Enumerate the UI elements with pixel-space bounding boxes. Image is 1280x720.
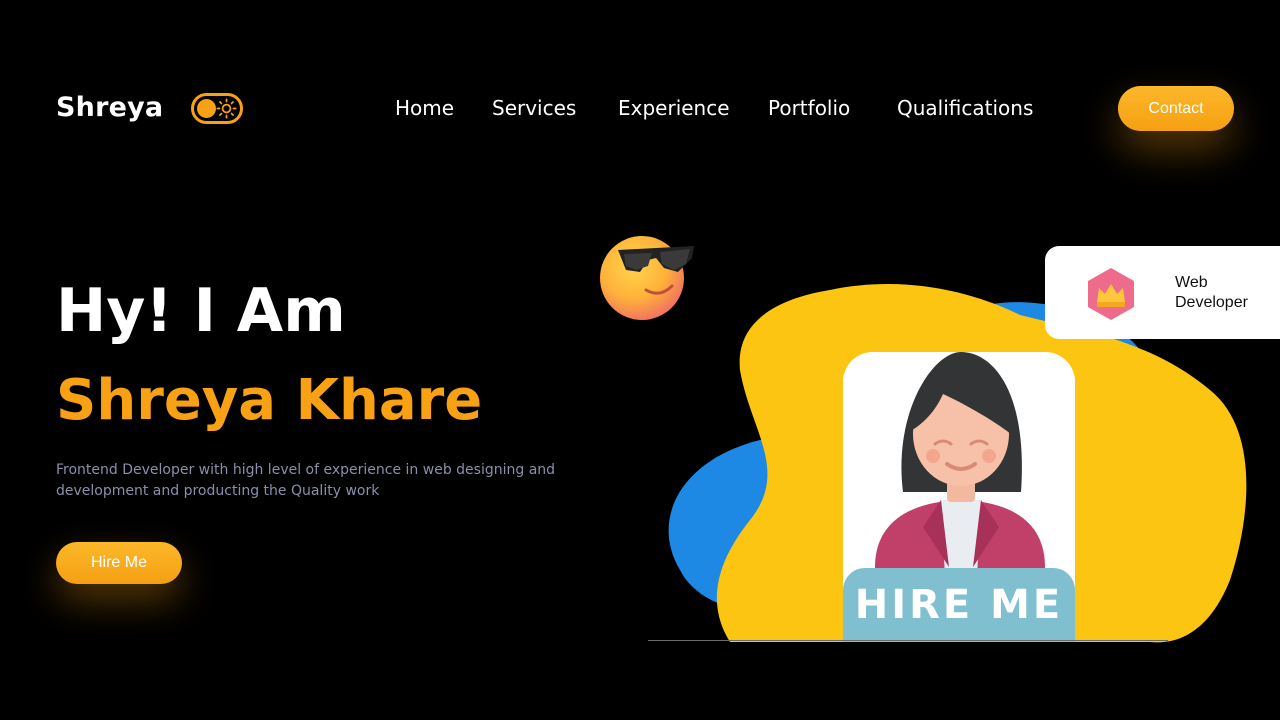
crown-icon bbox=[1088, 268, 1134, 320]
page: Shreya Home Services Experience Portfoli… bbox=[0, 0, 1280, 720]
nav-home[interactable]: Home bbox=[395, 96, 454, 120]
nav-portfolio[interactable]: Portfolio bbox=[768, 96, 850, 120]
nav-services[interactable]: Services bbox=[492, 96, 576, 120]
nav-experience[interactable]: Experience bbox=[618, 96, 730, 120]
contact-button[interactable]: Contact bbox=[1118, 86, 1234, 131]
badge-line-2: Developer bbox=[1175, 294, 1248, 311]
sunglasses-emoji-icon bbox=[600, 236, 694, 320]
badge-line-1: Web bbox=[1175, 274, 1208, 291]
hire-me-button[interactable]: Hire Me bbox=[56, 542, 182, 584]
avatar-card: HIRE ME bbox=[843, 352, 1075, 642]
web-developer-badge: Web Developer bbox=[1045, 246, 1280, 339]
hero-name: Shreya Khare bbox=[56, 368, 483, 433]
hire-me-banner: HIRE ME bbox=[843, 568, 1075, 642]
hero-description: Frontend Developer with high level of ex… bbox=[56, 462, 556, 499]
nav-qualifications[interactable]: Qualifications bbox=[897, 96, 1033, 120]
hero-greeting: Hy! I Am bbox=[56, 276, 346, 346]
ground-line bbox=[648, 640, 1168, 641]
main-nav: Home Services Experience Portfolio Quali… bbox=[0, 96, 1280, 126]
